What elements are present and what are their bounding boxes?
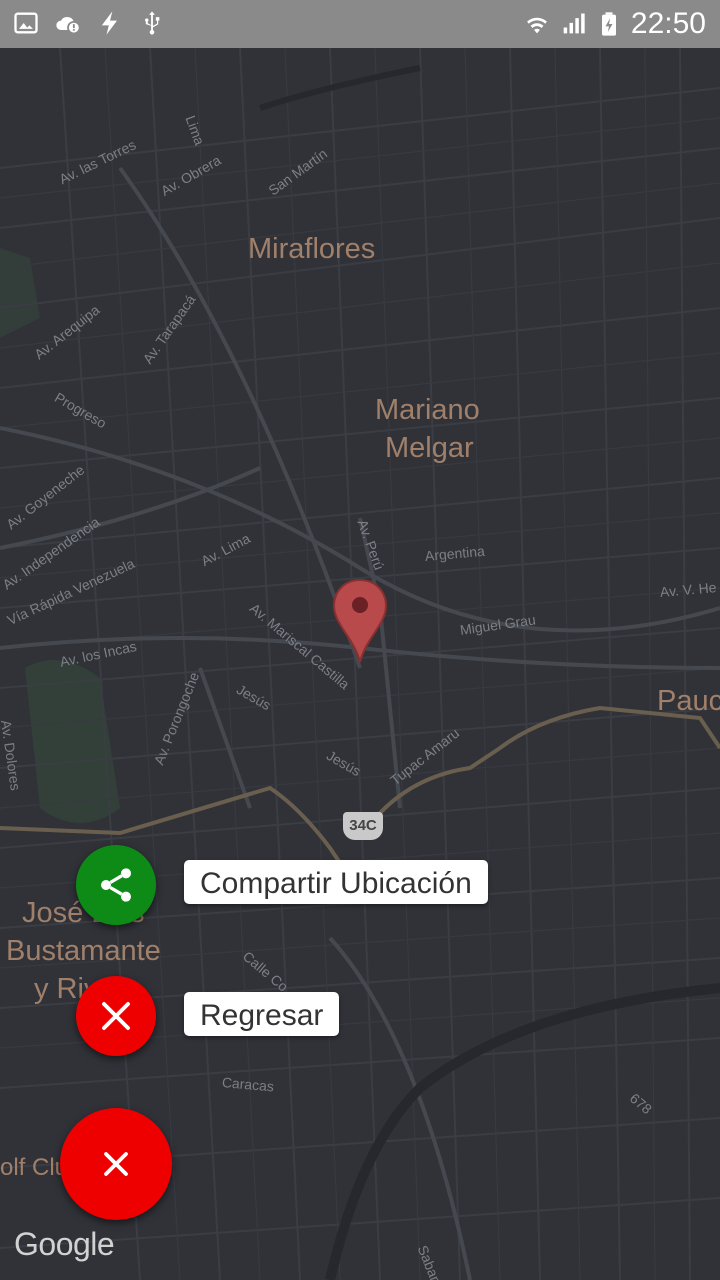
share-location-label[interactable]: Compartir Ubicación	[184, 860, 488, 904]
close-icon	[104, 1152, 128, 1176]
image-icon	[14, 12, 38, 34]
signal-icon	[563, 13, 585, 34]
share-icon	[101, 868, 131, 902]
battery-charging-icon	[601, 12, 616, 36]
place-label-miraflores: Miraflores	[248, 233, 376, 265]
fab-menu-toggle-button[interactable]	[60, 1108, 172, 1220]
highway-shield: 34C	[343, 812, 383, 840]
status-bar: 22:50	[0, 0, 720, 48]
place-label-golf: olf Clu	[0, 1154, 69, 1181]
clock-time: 22:50	[630, 7, 706, 40]
cloud-alert-icon	[56, 16, 81, 35]
usb-icon	[145, 11, 160, 35]
close-icon	[102, 1002, 130, 1030]
location-pin-icon[interactable]	[332, 578, 388, 664]
place-label-jose-luis-line2: Bustamante	[6, 935, 161, 967]
place-label-pauc: Pauc	[657, 685, 720, 717]
wifi-icon	[527, 17, 547, 34]
share-location-button[interactable]	[76, 845, 156, 925]
flash-icon	[101, 11, 117, 35]
back-button[interactable]	[76, 976, 156, 1056]
map-view[interactable]: Miraflores Mariano Melgar José Luis Bust…	[0, 48, 720, 1280]
back-label[interactable]: Regresar	[184, 992, 340, 1036]
place-label-mariano-melgar-line2: Melgar	[385, 432, 474, 464]
google-attribution-logo: Google	[14, 1226, 115, 1262]
place-label-mariano-melgar-line1: Mariano	[375, 394, 480, 426]
